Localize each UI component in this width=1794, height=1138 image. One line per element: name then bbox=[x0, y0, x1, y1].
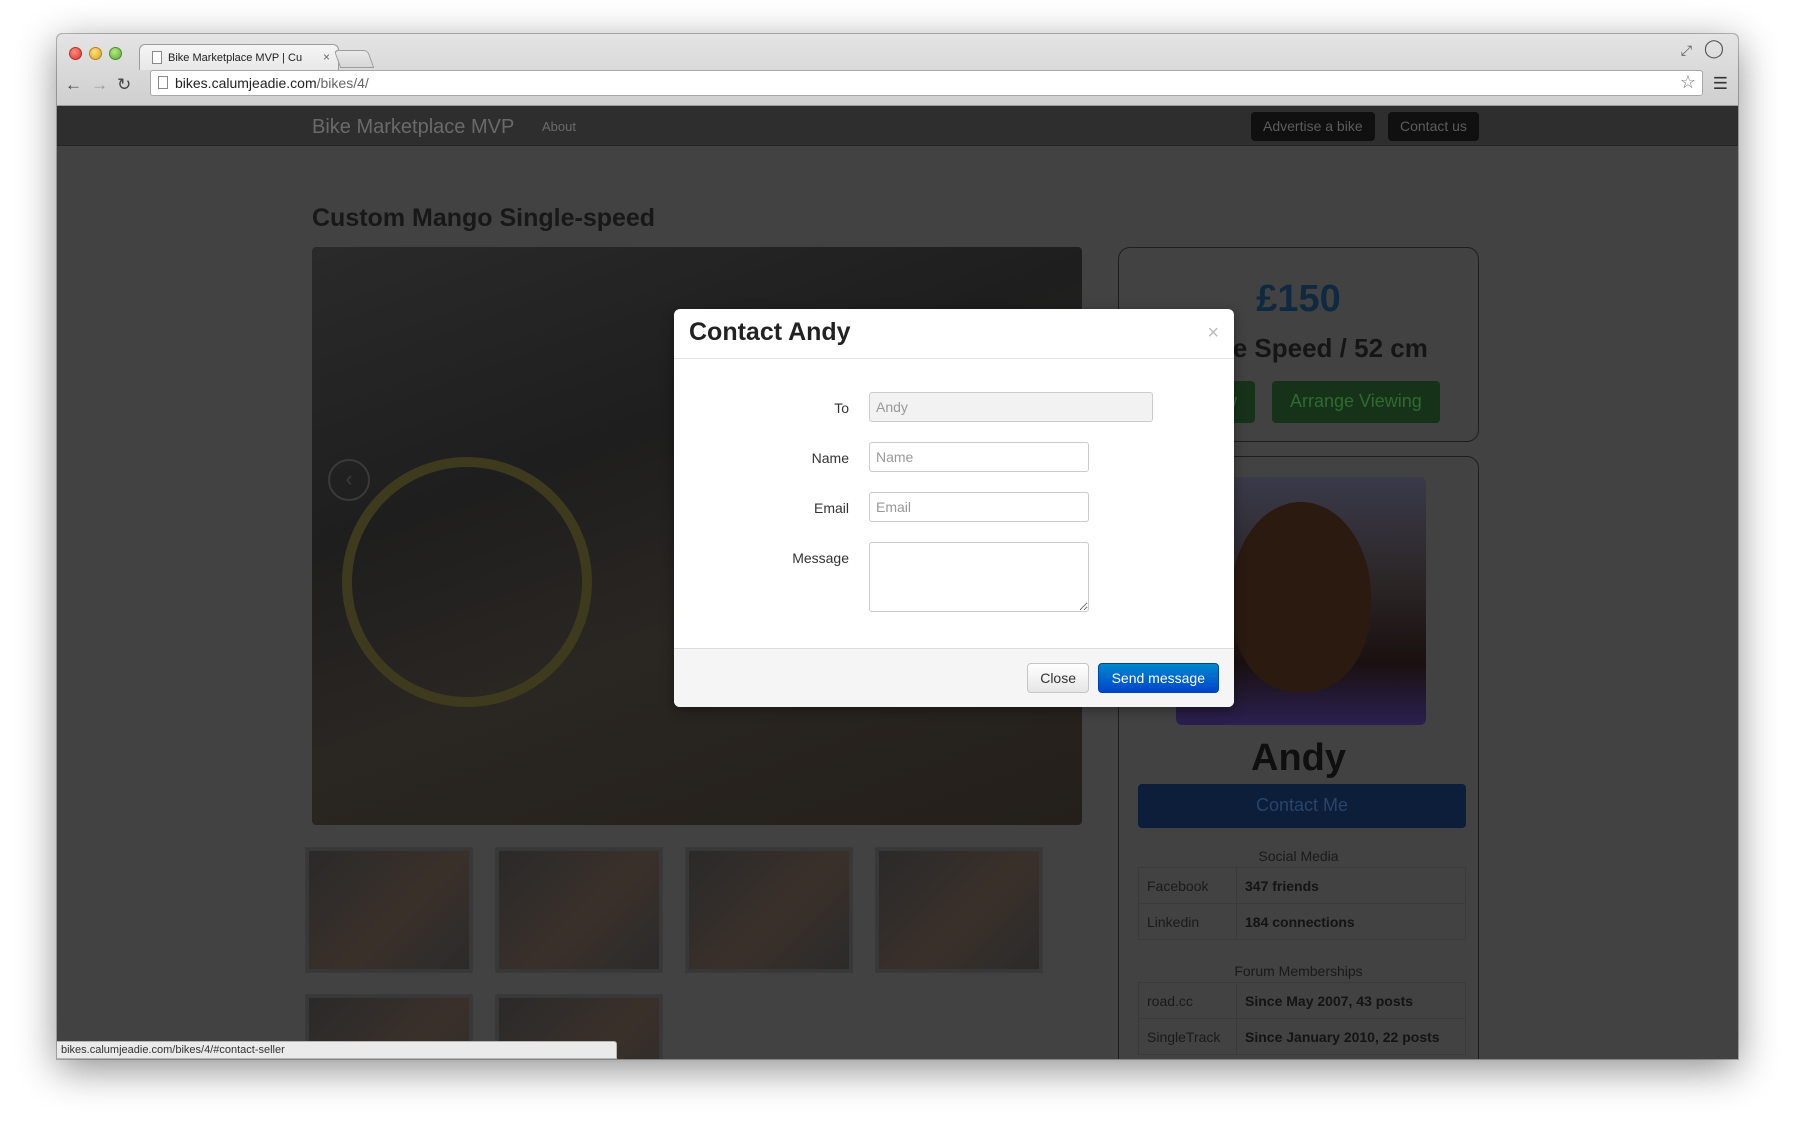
browser-window: Bike Marketplace MVP | Cu × ⤢ ◯ ← → ↻ bi… bbox=[57, 34, 1738, 1059]
name-label: Name bbox=[811, 450, 849, 466]
close-window-icon[interactable] bbox=[69, 47, 82, 60]
page-icon bbox=[158, 76, 168, 89]
thumbnail[interactable] bbox=[495, 847, 663, 973]
social-media-table: Facebook 347 friends Linkedin 184 connec… bbox=[1138, 867, 1466, 940]
forum-memberships-heading: Forum Memberships bbox=[1234, 963, 1363, 979]
social-site: Linkedin bbox=[1138, 903, 1237, 940]
contact-me-button[interactable]: Contact Me bbox=[1138, 784, 1466, 828]
send-message-button[interactable]: Send message bbox=[1097, 663, 1219, 693]
social-value: 347 friends bbox=[1236, 867, 1466, 904]
to-field[interactable] bbox=[869, 392, 1153, 422]
tab-close-icon[interactable]: × bbox=[323, 50, 330, 64]
contact-us-button[interactable]: Contact us bbox=[1388, 112, 1479, 141]
modal-header: Contact Andy × bbox=[674, 309, 1234, 359]
modal-title: Contact Andy bbox=[689, 318, 851, 346]
profile-icon[interactable]: ◯ bbox=[1704, 38, 1724, 59]
url-path: /bikes/4/ bbox=[316, 75, 369, 91]
site-brand[interactable]: Bike Marketplace MVP bbox=[312, 116, 514, 139]
listing-title: Custom Mango Single-speed bbox=[312, 204, 656, 232]
status-bar: bikes.calumjeadie.com/bikes/4/#contact-s… bbox=[57, 1041, 617, 1059]
bookmark-star-icon[interactable]: ☆ bbox=[1680, 72, 1696, 93]
modal-footer: Close Send message bbox=[674, 648, 1234, 707]
social-value: 184 connections bbox=[1236, 903, 1466, 940]
thumbnail[interactable] bbox=[875, 847, 1043, 973]
carousel-prev-icon[interactable]: ‹ bbox=[328, 459, 370, 501]
contact-modal: Contact Andy × To Name Email Message Clo… bbox=[674, 309, 1234, 707]
forum-value: Since January 2010, 22 posts bbox=[1236, 1018, 1466, 1055]
to-label: To bbox=[834, 400, 849, 416]
forum-memberships-table: road.cc Since May 2007, 43 posts SingleT… bbox=[1138, 982, 1466, 1055]
thumbnail[interactable] bbox=[305, 847, 473, 973]
message-field[interactable] bbox=[869, 542, 1089, 612]
zoom-window-icon[interactable] bbox=[109, 47, 122, 60]
bike-wheel-image bbox=[342, 457, 592, 707]
browser-tab[interactable]: Bike Marketplace MVP | Cu × bbox=[139, 44, 339, 70]
email-label: Email bbox=[813, 500, 849, 516]
forum-site: SingleTrack bbox=[1138, 1018, 1237, 1055]
minimize-window-icon[interactable] bbox=[89, 47, 102, 60]
menu-icon[interactable]: ☰ bbox=[1713, 74, 1728, 94]
reload-icon[interactable]: ↻ bbox=[117, 75, 131, 95]
table-row: SingleTrack Since January 2010, 22 posts bbox=[1138, 1018, 1466, 1055]
thumbnail-image bbox=[499, 851, 659, 969]
email-field[interactable] bbox=[869, 492, 1089, 522]
modal-close-icon[interactable]: × bbox=[1207, 322, 1219, 345]
tab-title: Bike Marketplace MVP | Cu bbox=[168, 52, 303, 64]
thumbnail-image bbox=[309, 851, 469, 969]
table-row: Facebook 347 friends bbox=[1138, 867, 1466, 904]
advertise-bike-button[interactable]: Advertise a bike bbox=[1251, 112, 1375, 141]
page-icon bbox=[152, 51, 162, 64]
address-bar[interactable]: bikes.calumjeadie.com/bikes/4/ ☆ bbox=[150, 70, 1703, 96]
browser-toolbar: Bike Marketplace MVP | Cu × ⤢ ◯ ← → ↻ bi… bbox=[57, 34, 1738, 106]
avatar-face bbox=[1231, 502, 1371, 692]
social-media-heading: Social Media bbox=[1258, 848, 1339, 864]
table-row: road.cc Since May 2007, 43 posts bbox=[1138, 982, 1466, 1019]
site-navbar: Bike Marketplace MVP About Advertise a b… bbox=[57, 106, 1738, 146]
seller-name: Andy bbox=[1251, 737, 1346, 779]
page-content: Bike Marketplace MVP About Advertise a b… bbox=[57, 106, 1738, 1059]
url-host: bikes.calumjeadie.com bbox=[175, 75, 317, 91]
arrange-viewing-button[interactable]: Arrange Viewing bbox=[1272, 381, 1440, 423]
name-field[interactable] bbox=[869, 442, 1089, 472]
new-tab-button[interactable] bbox=[333, 50, 375, 68]
nav-about-link[interactable]: About bbox=[542, 119, 576, 134]
thumbnail-image bbox=[689, 851, 849, 969]
thumbnail[interactable] bbox=[685, 847, 853, 973]
table-row: Linkedin 184 connections bbox=[1138, 903, 1466, 940]
forum-value: Since May 2007, 43 posts bbox=[1236, 982, 1466, 1019]
forward-icon[interactable]: → bbox=[91, 75, 108, 95]
back-icon[interactable]: ← bbox=[65, 75, 82, 95]
message-label: Message bbox=[792, 550, 849, 566]
social-site: Facebook bbox=[1138, 867, 1237, 904]
close-button[interactable]: Close bbox=[1027, 663, 1089, 693]
forum-site: road.cc bbox=[1138, 982, 1237, 1019]
fullscreen-icon[interactable]: ⤢ bbox=[1681, 42, 1692, 59]
thumbnail-image bbox=[879, 851, 1039, 969]
